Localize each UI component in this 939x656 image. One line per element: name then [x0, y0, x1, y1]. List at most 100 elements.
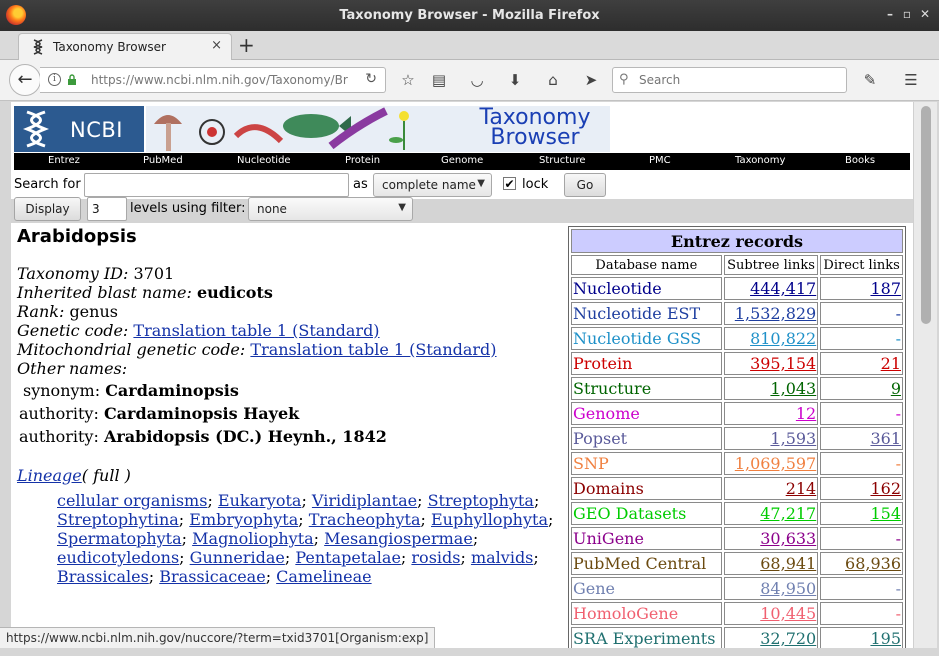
minimize-icon[interactable]: – — [883, 7, 897, 21]
pocket-icon[interactable]: ◡ — [467, 70, 487, 90]
search-icon: ⚲ — [619, 72, 629, 87]
subtree-link[interactable]: 68,941 — [760, 554, 816, 573]
menu-structure[interactable]: Structure — [539, 155, 586, 166]
close-tab-icon[interactable]: × — [211, 38, 222, 53]
close-window-icon[interactable]: ✕ — [918, 7, 932, 21]
lineage-separator: ; — [181, 529, 193, 548]
lineage-link[interactable]: Eukaryota — [218, 491, 302, 510]
levels-input[interactable] — [87, 197, 127, 221]
lineage-link[interactable]: cellular organisms — [57, 491, 207, 510]
lineage-link[interactable]: Tracheophyta — [309, 510, 421, 529]
direct-link[interactable]: 9 — [891, 379, 901, 398]
tab-taxonomy-browser[interactable]: Taxonomy Browser × — [18, 33, 232, 60]
lineage-link[interactable]: Camelineae — [276, 567, 371, 586]
maximize-icon[interactable]: ▫ — [900, 7, 914, 21]
reload-icon[interactable]: ↻ — [365, 71, 377, 87]
lineage-separator: ; — [284, 548, 296, 567]
menu-protein[interactable]: Protein — [345, 155, 380, 166]
lineage-link[interactable]: Viridiplantae — [312, 491, 417, 510]
lineage-full-toggle[interactable]: ( full ) — [82, 466, 131, 485]
lineage-link[interactable]: Streptophyta — [428, 491, 534, 510]
subtree-link[interactable]: 1,532,829 — [735, 304, 816, 323]
subtree-link[interactable]: 30,633 — [760, 529, 816, 548]
lineage-link[interactable]: Magnoliophyta — [192, 529, 314, 548]
subtree-link[interactable]: 12 — [796, 404, 816, 423]
lineage-link[interactable]: Gunneridae — [190, 548, 285, 567]
subtree-link[interactable]: 84,950 — [760, 579, 816, 598]
table-row: Nucleotide GSS 810,822- — [571, 327, 903, 350]
lineage-link[interactable]: Mesangiospermae — [324, 529, 473, 548]
menu-pubmed[interactable]: PubMed — [143, 155, 183, 166]
search-box[interactable]: ⚲ — [612, 67, 847, 93]
menu-pmc[interactable]: PMC — [649, 155, 671, 166]
direct-link[interactable]: 21 — [881, 354, 901, 373]
direct-link[interactable]: 68,936 — [845, 554, 901, 573]
bookmark-star-icon[interactable]: ☆ — [398, 70, 418, 90]
lineage-link[interactable]: eudicotyledons — [57, 548, 179, 567]
mito-code-link[interactable]: Translation table 1 (Standard) — [250, 340, 496, 359]
lineage-link[interactable]: Brassicaceae — [159, 567, 265, 586]
subtree-link[interactable]: 10,445 — [760, 604, 816, 623]
subtree-links-cell: 1,593 — [723, 427, 819, 450]
search-mode-select[interactable]: complete name ▼ — [373, 173, 492, 197]
send-icon[interactable]: ➤ — [581, 70, 601, 90]
display-button[interactable]: Display — [14, 197, 81, 221]
direct-link[interactable]: 187 — [870, 279, 901, 298]
menu-entrez[interactable]: Entrez — [48, 155, 80, 166]
search-input[interactable] — [637, 70, 837, 90]
direct-link[interactable]: 195 — [870, 629, 901, 648]
direct-link[interactable]: 162 — [870, 479, 901, 498]
subtree-link[interactable]: 1,043 — [770, 379, 816, 398]
lineage-link[interactable]: Streptophytina — [57, 510, 179, 529]
ncbi-logo[interactable]: NCBI — [14, 106, 144, 152]
subtree-link[interactable]: 1,069,597 — [735, 454, 816, 473]
subtree-link[interactable]: 47,217 — [760, 504, 816, 523]
home-icon[interactable]: ⌂ — [543, 70, 563, 90]
eyedropper-icon[interactable]: ✎ — [860, 70, 880, 90]
info-icon[interactable]: i — [48, 73, 61, 86]
reader-list-icon[interactable]: ▤ — [429, 70, 449, 90]
database-name-cell: SNP — [571, 452, 722, 475]
subtree-links-cell: 32,720 — [723, 627, 819, 648]
lineage-separator: ; — [533, 548, 539, 567]
lineage-link[interactable]: Brassicales — [57, 567, 149, 586]
menu-nucleotide[interactable]: Nucleotide — [237, 155, 291, 166]
new-tab-button[interactable]: + — [238, 33, 255, 57]
subtree-link[interactable]: 444,417 — [750, 279, 816, 298]
url-bar[interactable]: i https://www.ncbi.nlm.nih.gov/Taxonomy/… — [40, 67, 386, 93]
subtree-link[interactable]: 395,154 — [750, 354, 816, 373]
genetic-code-label: Genetic code: — [17, 321, 129, 340]
lineage-link[interactable]: Embryophyta — [189, 510, 298, 529]
lineage-link[interactable]: Euphyllophyta — [431, 510, 548, 529]
subtree-link[interactable]: 32,720 — [760, 629, 816, 648]
lineage-link[interactable]: Spermatophyta — [57, 529, 182, 548]
search-for-input[interactable] — [84, 173, 349, 197]
subtree-links-cell: 810,822 — [723, 327, 819, 350]
url-text[interactable]: https://www.ncbi.nlm.nih.gov/Taxonomy/Br — [91, 73, 353, 87]
lineage-link[interactable]: malvids — [471, 548, 533, 567]
subtree-link[interactable]: 214 — [786, 479, 817, 498]
direct-link[interactable]: 361 — [870, 429, 901, 448]
menu-hamburger-icon[interactable]: ☰ — [901, 70, 921, 90]
menu-genome[interactable]: Genome — [441, 155, 483, 166]
menu-books[interactable]: Books — [845, 155, 875, 166]
genetic-code-link[interactable]: Translation table 1 (Standard) — [133, 321, 379, 340]
subtree-link[interactable]: 810,822 — [750, 329, 816, 348]
column-header-database: Database name — [571, 255, 722, 275]
back-button[interactable]: ← — [9, 64, 41, 96]
web-page: NCBI Taxonomy Browser Entrez PubMed Nucl… — [11, 102, 913, 648]
scrollbar-thumb[interactable] — [921, 106, 931, 324]
lineage-link[interactable]: Pentapetalae — [295, 548, 401, 567]
lineage-link[interactable]: rosids — [411, 548, 460, 567]
taxonomy-id-label: Taxonomy ID: — [17, 264, 129, 283]
lineage-link[interactable]: Lineage — [17, 466, 82, 485]
download-icon[interactable]: ⬇ — [505, 70, 525, 90]
go-button[interactable]: Go — [564, 173, 606, 197]
vertical-scrollbar[interactable] — [913, 102, 937, 648]
direct-link[interactable]: 154 — [870, 504, 901, 523]
subtree-link[interactable]: 1,593 — [770, 429, 816, 448]
menu-taxonomy[interactable]: Taxonomy — [735, 155, 785, 166]
filter-select[interactable]: none ▼ — [248, 197, 413, 221]
lock-checkbox[interactable]: ✔ — [503, 177, 516, 190]
entrez-records-table: Entrez records Database name Subtree lin… — [569, 227, 905, 648]
